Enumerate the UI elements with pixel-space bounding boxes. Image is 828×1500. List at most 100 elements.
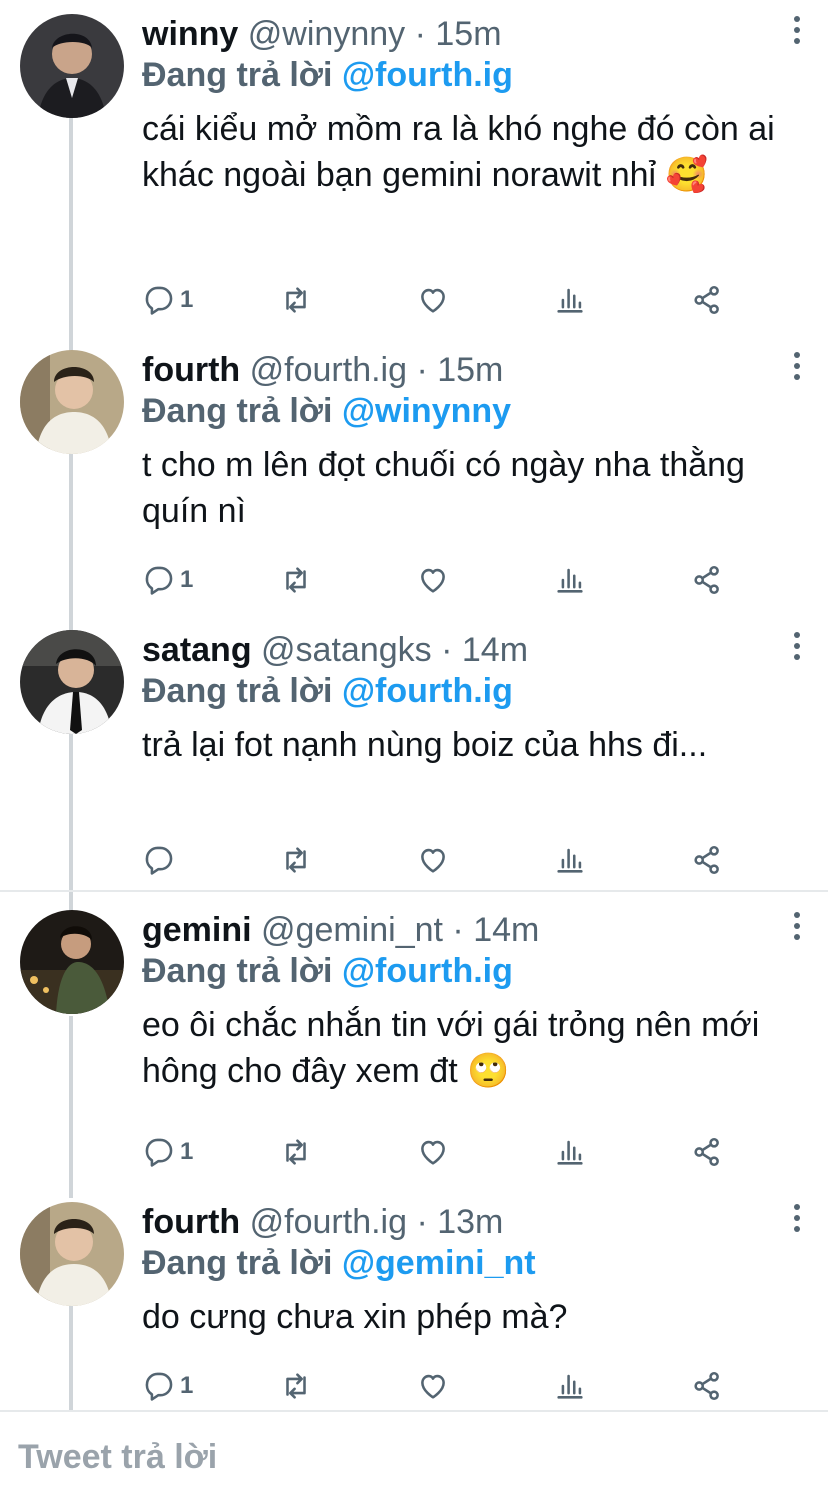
analytics-icon (557, 848, 583, 873)
display-name[interactable]: fourth (142, 351, 240, 389)
reply-button[interactable] (142, 840, 180, 880)
user-handle[interactable]: @fourth.ig (250, 1203, 407, 1241)
tweet-actions: 1 (142, 1366, 828, 1406)
analytics-button[interactable] (553, 1132, 587, 1172)
replying-to-line: Đang trả lời @fourth.ig (142, 670, 828, 712)
retweet-button[interactable] (279, 1366, 313, 1406)
avatar[interactable] (20, 350, 124, 454)
retweet-button[interactable] (279, 560, 313, 600)
replying-to-handle[interactable]: @winynny (342, 392, 511, 430)
thread-divider (0, 890, 828, 892)
retweet-icon (286, 287, 306, 313)
display-name[interactable]: gemini (142, 911, 252, 949)
replying-to-handle[interactable]: @gemini_nt (342, 1244, 536, 1282)
replying-to-label: Đang trả lời (142, 952, 333, 990)
share-icon (694, 1137, 719, 1167)
analytics-icon (557, 1374, 583, 1399)
reply-count: 1 (180, 1138, 194, 1165)
share-button[interactable] (690, 1366, 724, 1406)
user-handle[interactable]: @fourth.ig (250, 351, 407, 389)
like-button[interactable] (416, 1132, 450, 1172)
reply-icon (145, 846, 173, 875)
retweet-button[interactable] (279, 1132, 313, 1172)
tweet-actions: 1 (142, 1132, 828, 1172)
like-button[interactable] (416, 840, 450, 880)
replying-to-handle[interactable]: @fourth.ig (342, 56, 513, 94)
retweet-icon (286, 1373, 306, 1399)
display-name[interactable]: satang (142, 631, 252, 669)
thread-line (69, 1306, 73, 1410)
more-options-icon[interactable] (779, 904, 815, 948)
replying-to-handle[interactable]: @fourth.ig (342, 952, 513, 990)
user-handle[interactable]: @satangks (261, 631, 432, 669)
tweet-actions: 1 (142, 280, 828, 320)
replying-to-line: Đang trả lời @fourth.ig (142, 950, 828, 992)
analytics-button[interactable] (553, 840, 587, 880)
share-button[interactable] (690, 1132, 724, 1172)
reply-icon (145, 286, 173, 315)
share-icon (694, 845, 719, 875)
reply-button[interactable]: 1 (142, 1366, 193, 1406)
avatar[interactable] (20, 630, 124, 734)
reply-button[interactable]: 1 (142, 560, 193, 600)
user-handle[interactable]: @gemini_nt (261, 911, 443, 949)
timestamp: · 15m (416, 351, 504, 389)
reply-count: 1 (180, 566, 194, 593)
like-icon (421, 1374, 445, 1399)
share-button[interactable] (690, 560, 724, 600)
reply-icon (145, 1138, 173, 1167)
tweet-text: cái kiểu mở mồm ra là khó nghe đó còn ai… (142, 110, 775, 194)
retweet-icon (286, 1139, 306, 1165)
share-button[interactable] (690, 840, 724, 880)
like-icon (421, 1140, 445, 1165)
reply-button[interactable]: 1 (142, 1132, 193, 1172)
retweet-icon (286, 567, 306, 593)
reply-input-placeholder[interactable]: Tweet trả lời (18, 1438, 217, 1477)
tweet-actions (142, 840, 828, 880)
analytics-button[interactable] (553, 1366, 587, 1406)
analytics-icon (557, 1140, 583, 1165)
thread-line (69, 116, 73, 928)
tweet-text: trả lại fot nạnh nùng boiz của hhs đi... (142, 726, 708, 764)
tweet-text: do cưng chưa xin phép mà? (142, 1298, 568, 1336)
share-icon (694, 285, 719, 315)
like-button[interactable] (416, 560, 450, 600)
retweet-icon (286, 847, 306, 873)
avatar[interactable] (20, 1202, 124, 1306)
analytics-button[interactable] (553, 560, 587, 600)
retweet-button[interactable] (279, 280, 313, 320)
replying-to-label: Đang trả lời (142, 392, 333, 430)
thread-line (69, 1016, 73, 1198)
replying-to-line: Đang trả lời @fourth.ig (142, 54, 828, 96)
user-handle[interactable]: @winynny (248, 15, 405, 53)
display-name[interactable]: winny (142, 15, 238, 53)
more-options-icon[interactable] (779, 624, 815, 668)
avatar[interactable] (20, 14, 124, 118)
reply-icon (145, 566, 173, 595)
replying-to-line: Đang trả lời @winynny (142, 390, 828, 432)
analytics-button[interactable] (553, 280, 587, 320)
more-options-icon[interactable] (779, 1196, 815, 1240)
share-icon (694, 1371, 719, 1401)
display-name[interactable]: fourth (142, 1203, 240, 1241)
reply-button[interactable]: 1 (142, 280, 193, 320)
like-button[interactable] (416, 280, 450, 320)
replying-to-label: Đang trả lời (142, 56, 333, 94)
reply-count: 1 (180, 1372, 194, 1399)
like-icon (421, 288, 445, 313)
more-options-icon[interactable] (779, 344, 815, 388)
replying-to-handle[interactable]: @fourth.ig (342, 672, 513, 710)
like-button[interactable] (416, 1366, 450, 1406)
retweet-button[interactable] (279, 840, 313, 880)
reply-count: 1 (180, 286, 194, 313)
timestamp: · 15m (414, 15, 502, 53)
more-options-icon[interactable] (779, 8, 815, 52)
avatar[interactable] (20, 910, 124, 1014)
replying-to-label: Đang trả lời (142, 672, 333, 710)
analytics-icon (557, 288, 583, 313)
timestamp: · 13m (416, 1203, 504, 1241)
replying-to-line: Đang trả lời @gemini_nt (142, 1242, 828, 1284)
like-icon (421, 568, 445, 593)
share-button[interactable] (690, 280, 724, 320)
reply-composer[interactable]: Tweet trả lời (0, 1410, 828, 1500)
